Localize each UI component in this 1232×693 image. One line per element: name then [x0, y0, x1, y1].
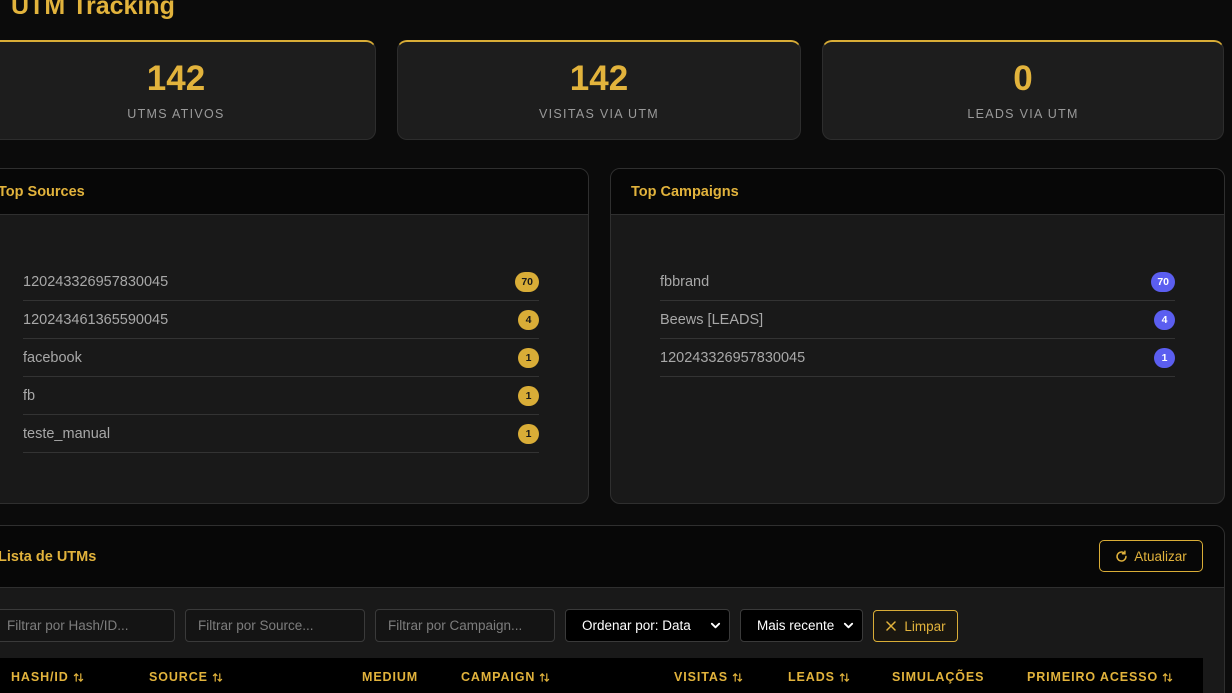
- count-badge: 70: [1151, 271, 1175, 292]
- source-name: teste_manual: [23, 425, 111, 442]
- list-item: fbbrand 70: [660, 263, 1175, 301]
- column-header-leads[interactable]: LEADS: [788, 670, 850, 684]
- column-header-medium: MEDIUM: [362, 670, 418, 684]
- panel-header: Top Campaigns: [611, 169, 1224, 215]
- source-filter-input[interactable]: [185, 609, 365, 642]
- clear-filters-button[interactable]: Limpar: [873, 610, 958, 642]
- hash-filter-input[interactable]: [0, 609, 175, 642]
- stat-label: UTMS ATIVOS: [127, 107, 225, 121]
- top-campaigns-list: fbbrand 70 Beews [LEADS] 4 1202433269578…: [660, 263, 1175, 377]
- close-icon: [886, 621, 897, 631]
- column-label: MEDIUM: [362, 670, 419, 684]
- column-label: LEADS: [788, 670, 835, 684]
- utm-table-header: HASH/ID SOURCE MEDIUM CAMPAIGN VISITAS L…: [0, 658, 1203, 693]
- refresh-button[interactable]: Atualizar: [1099, 540, 1203, 572]
- chevron-down-icon: [710, 622, 721, 629]
- panel-header: Top Sources: [0, 169, 588, 215]
- list-item: facebook 1: [23, 339, 539, 377]
- stat-label: LEADS VIA UTM: [967, 107, 1079, 121]
- campaign-name: Beews [LEADS]: [660, 311, 764, 328]
- column-header-visitas[interactable]: VISITAS: [674, 670, 743, 684]
- panel-title: Top Sources: [0, 183, 85, 200]
- source-name: facebook: [23, 349, 82, 366]
- top-sources-list: 120243326957830045 70 120243461365590045…: [23, 263, 539, 453]
- column-label: CAMPAIGN: [461, 670, 536, 684]
- source-name: 120243461365590045: [23, 311, 169, 328]
- panel-title: Lista de UTMs: [0, 548, 97, 565]
- panel-title: Top Campaigns: [631, 183, 739, 200]
- stat-card-utms-ativos: 142 UTMS ATIVOS: [0, 40, 376, 140]
- count-badge: 4: [1154, 309, 1175, 330]
- column-header-primeiro-acesso[interactable]: PRIMEIRO ACESSO: [1027, 670, 1173, 684]
- stat-value: 0: [1013, 59, 1033, 98]
- chevron-down-icon: [843, 622, 854, 629]
- sort-icon: [73, 672, 83, 682]
- stat-card-visitas-via-utm: 142 VISITAS VIA UTM: [397, 40, 801, 140]
- refresh-icon: [1116, 549, 1127, 562]
- column-label: HASH/ID: [11, 670, 69, 684]
- column-header-source[interactable]: SOURCE: [149, 670, 223, 684]
- order-select[interactable]: Mais recente: [740, 609, 863, 642]
- sort-icon: [540, 672, 550, 682]
- count-badge: 1: [518, 385, 539, 406]
- count-badge: 1: [518, 347, 539, 368]
- source-name: fb: [23, 387, 36, 404]
- stat-value: 142: [569, 59, 629, 98]
- list-item: fb 1: [23, 377, 539, 415]
- campaign-filter-input[interactable]: [375, 609, 555, 642]
- list-item: Beews [LEADS] 4: [660, 301, 1175, 339]
- column-header-campaign[interactable]: CAMPAIGN: [461, 670, 550, 684]
- column-header-hash[interactable]: HASH/ID: [11, 670, 84, 684]
- panel-header: Lista de UTMs: [0, 526, 1224, 588]
- column-label: VISITAS: [674, 670, 728, 684]
- column-label: PRIMEIRO ACESSO: [1027, 670, 1159, 684]
- stat-value: 142: [146, 59, 206, 98]
- sort-icon: [1162, 672, 1173, 682]
- utm-tracking-page: UTM Tracking 142 UTMS ATIVOS 142 VISITAS…: [0, 0, 1232, 693]
- sort-icon: [732, 672, 743, 682]
- order-value: Mais recente: [757, 618, 835, 633]
- column-label: SIMULAÇÕES: [892, 670, 985, 684]
- stat-label: VISITAS VIA UTM: [539, 107, 659, 121]
- sort-icon: [212, 672, 223, 682]
- campaign-name: fbbrand: [660, 273, 710, 290]
- sort-by-select[interactable]: Ordenar por: Data: [565, 609, 730, 642]
- count-badge: 1: [1154, 347, 1175, 368]
- count-badge: 4: [518, 309, 539, 330]
- source-name: 120243326957830045: [23, 273, 169, 290]
- column-header-simulacoes: SIMULAÇÕES: [892, 670, 984, 684]
- refresh-label: Atualizar: [1134, 548, 1187, 564]
- sort-by-value: Ordenar por: Data: [582, 618, 691, 633]
- column-label: SOURCE: [149, 670, 208, 684]
- clear-label: Limpar: [904, 618, 946, 634]
- list-item: teste_manual 1: [23, 415, 539, 453]
- list-item: 120243461365590045 4: [23, 301, 539, 339]
- stat-card-leads-via-utm: 0 LEADS VIA UTM: [822, 40, 1224, 140]
- page-title: UTM Tracking: [11, 0, 175, 20]
- count-badge: 70: [515, 271, 539, 292]
- sort-icon: [839, 672, 850, 682]
- list-item: 120243326957830045 70: [23, 263, 539, 301]
- count-badge: 1: [518, 423, 539, 444]
- list-item: 120243326957830045 1: [660, 339, 1175, 377]
- campaign-name: 120243326957830045: [660, 349, 806, 366]
